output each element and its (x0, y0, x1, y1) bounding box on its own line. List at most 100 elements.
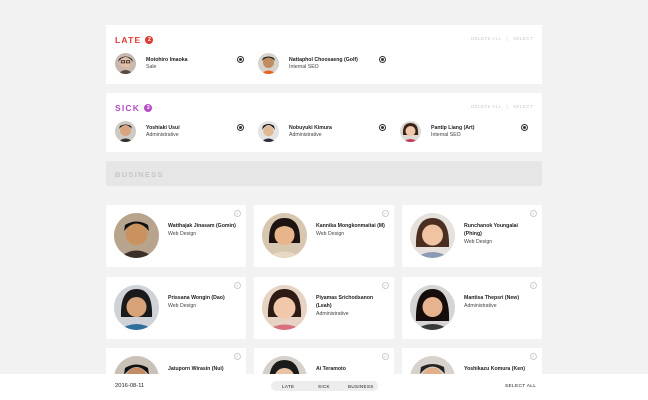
employee-name: Yoshikazu Komura (Ken) (464, 366, 526, 372)
business-section-header: BUSINESS (106, 161, 542, 186)
employee-name: Mantisa Thepsri (New) (464, 295, 520, 301)
late-select-button[interactable]: SELECT (513, 36, 533, 41)
employee-name: Prissana Wongin (Dao) (168, 295, 225, 301)
card-info: Ai Teramoto (316, 366, 388, 374)
employee-department: Web Design (464, 238, 493, 245)
employee-name: Runchanok Youngalai (Phing) (464, 223, 518, 237)
sick-person[interactable]: Yoshiaki Usui Administrative (115, 121, 180, 142)
card-info: Prissana Wongin (Dao) Web Design (168, 295, 240, 311)
avatar (114, 213, 159, 258)
avatar (262, 285, 307, 330)
employee-card[interactable]: Mantisa Thepsri (New) Administrative ✓ (402, 277, 542, 339)
mark-icon[interactable] (237, 56, 244, 63)
person-name: Motohiro Imaoka (146, 56, 188, 63)
filter-tab-business[interactable]: BUSINESS (348, 384, 374, 389)
employee-department: Administrative (316, 310, 349, 317)
avatar (400, 121, 421, 142)
employee-department: Web Design (168, 230, 197, 237)
filter-tab-late[interactable]: LATE (282, 384, 294, 389)
card-info: Mantisa Thepsri (New) Administrative (464, 295, 536, 311)
person-name: Yoshiaki Usui (146, 124, 180, 131)
late-actions: DELETE ALL | SELECT (471, 36, 533, 41)
mark-icon[interactable] (237, 124, 244, 131)
employee-card[interactable]: Prissana Wongin (Dao) Web Design ✓ (106, 277, 246, 339)
filter-tabs: LATE SICK BUSINESS (271, 381, 378, 391)
employee-name: Piyamas Srichodsanon (Leah) (316, 295, 374, 309)
check-icon[interactable]: ✓ (234, 282, 241, 289)
late-title: LATE 2 (115, 35, 154, 45)
person-department: Administrative (289, 131, 322, 138)
late-count-badge: 2 (145, 36, 154, 44)
business-section-title: BUSINESS (115, 170, 164, 179)
person-info: Motohiro Imaoka Sale (146, 57, 188, 71)
employee-card[interactable]: Kannika Mongkonmaitai (M) Web Design ✓ (254, 205, 394, 267)
divider: | (506, 36, 509, 41)
person-info: Pantip Liang (Art) Internal SEO (431, 125, 475, 139)
person-info: Nattaphol Choosaeng (Golf) Internal SEO (289, 57, 358, 71)
avatar (115, 53, 136, 74)
employee-name: Ai Teramoto (316, 366, 346, 372)
person-info: Nobuyuki Kimura Administrative (289, 125, 332, 139)
person-department: Internal SEO (431, 131, 461, 138)
footer-bar: 2016-08-11 LATE SICK BUSINESS SELECT ALL (0, 374, 648, 400)
mark-icon[interactable] (521, 124, 528, 131)
late-delete-all-button[interactable]: DELETE ALL (471, 36, 502, 41)
person-info: Yoshiaki Usui Administrative (146, 125, 180, 139)
employee-name: Watthajak Jinasam (Gomin) (168, 223, 236, 229)
check-icon[interactable]: ✓ (234, 353, 241, 360)
card-info: Jatuporn Wirasin (Nui) (168, 366, 240, 374)
check-icon[interactable]: ✓ (382, 282, 389, 289)
late-panel: LATE 2 DELETE ALL | SELECT Motohiro Imao… (106, 25, 542, 84)
check-icon[interactable]: ✓ (530, 353, 537, 360)
mark-icon[interactable] (379, 124, 386, 131)
check-icon[interactable]: ✓ (530, 282, 537, 289)
sick-title-label: SICK (115, 103, 141, 113)
avatar (410, 285, 455, 330)
avatar (115, 121, 136, 142)
check-icon[interactable]: ✓ (234, 210, 241, 217)
person-name: Nattaphol Choosaeng (Golf) (289, 56, 358, 63)
card-info: Piyamas Srichodsanon (Leah) Administrati… (316, 295, 388, 318)
sick-person[interactable]: Nobuyuki Kimura Administrative (258, 121, 332, 142)
filter-tab-sick[interactable]: SICK (318, 384, 330, 389)
sick-actions: DELETE ALL | SELECT (471, 104, 533, 109)
employee-card[interactable]: Watthajak Jinasam (Gomin) Web Design ✓ (106, 205, 246, 267)
avatar (410, 213, 455, 258)
employee-card[interactable]: Runchanok Youngalai (Phing) Web Design ✓ (402, 205, 542, 267)
person-department: Sale (146, 63, 157, 70)
sick-count-badge: 3 (144, 104, 153, 112)
employee-name: Jatuporn Wirasin (Nui) (168, 366, 224, 372)
divider: | (506, 104, 509, 109)
check-icon[interactable]: ✓ (382, 210, 389, 217)
employee-department: Administrative (464, 302, 497, 309)
person-department: Administrative (146, 131, 179, 138)
sick-title: SICK 3 (115, 103, 153, 113)
select-all-button[interactable]: SELECT ALL (505, 384, 536, 389)
employee-name: Kannika Mongkonmaitai (M) (316, 223, 385, 229)
employee-card[interactable]: Piyamas Srichodsanon (Leah) Administrati… (254, 277, 394, 339)
card-info: Kannika Mongkonmaitai (M) Web Design (316, 223, 388, 239)
avatar (262, 213, 307, 258)
late-title-label: LATE (115, 35, 142, 45)
sick-person[interactable]: Pantip Liang (Art) Internal SEO (400, 121, 475, 142)
sick-panel: SICK 3 DELETE ALL | SELECT Yoshiaki Usui… (106, 93, 542, 152)
late-person[interactable]: Motohiro Imaoka Sale (115, 53, 188, 74)
person-department: Internal SEO (289, 63, 319, 70)
card-info: Runchanok Youngalai (Phing) Web Design (464, 223, 536, 246)
late-person[interactable]: Nattaphol Choosaeng (Golf) Internal SEO (258, 53, 358, 74)
employee-department: Web Design (168, 302, 197, 309)
person-name: Nobuyuki Kimura (289, 124, 332, 131)
avatar (258, 121, 279, 142)
sick-select-button[interactable]: SELECT (513, 104, 533, 109)
person-name: Pantip Liang (Art) (431, 124, 475, 131)
avatar (114, 285, 159, 330)
check-icon[interactable]: ✓ (382, 353, 389, 360)
card-info: Watthajak Jinasam (Gomin) Web Design (168, 223, 240, 239)
employee-department: Web Design (316, 230, 345, 237)
card-info: Yoshikazu Komura (Ken) (464, 366, 536, 374)
sick-delete-all-button[interactable]: DELETE ALL (471, 104, 502, 109)
mark-icon[interactable] (379, 56, 386, 63)
avatar (258, 53, 279, 74)
current-date: 2016-08-11 (115, 383, 145, 389)
check-icon[interactable]: ✓ (530, 210, 537, 217)
